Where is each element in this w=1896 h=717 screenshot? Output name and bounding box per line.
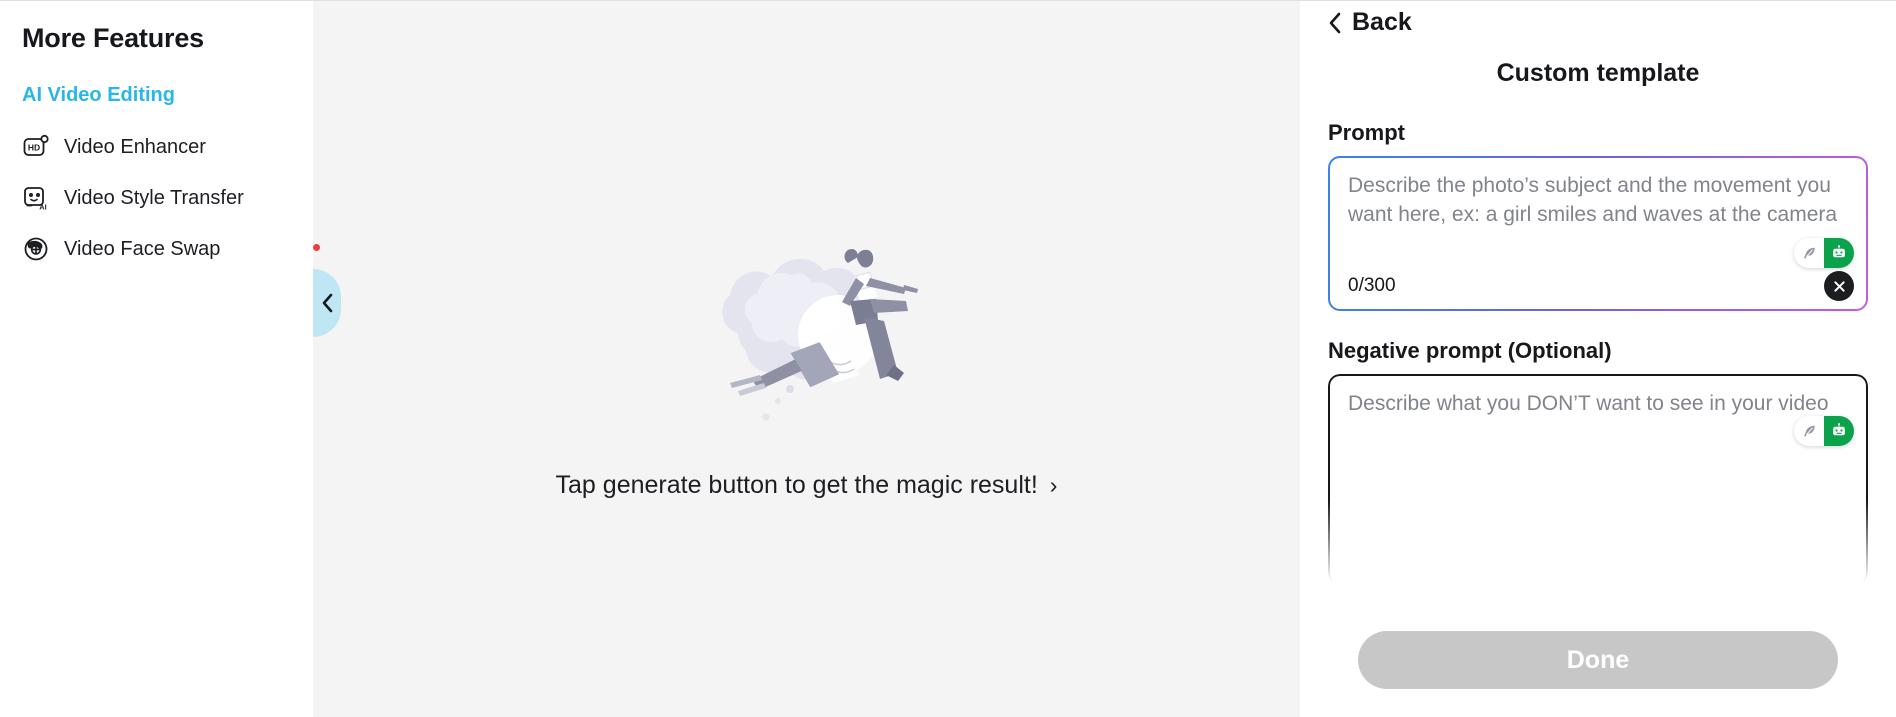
sidebar-item-label: Video Style Transfer — [64, 186, 244, 209]
prompt-label: Prompt — [1328, 120, 1405, 145]
feather-pen-icon[interactable] — [1794, 416, 1824, 446]
hd-badge-icon: HD — [22, 133, 50, 161]
chevron-left-icon — [322, 293, 332, 313]
negative-prompt-placeholder: Describe what you DON’T want to see in y… — [1348, 392, 1829, 415]
feather-pen-icon[interactable] — [1794, 238, 1824, 268]
prompt-placeholder: Describe the photo’s subject and the mov… — [1348, 174, 1838, 226]
face-swap-icon — [22, 235, 50, 263]
custom-template-panel: Back Custom template Prompt Describe the… — [1300, 1, 1896, 717]
prompt-input-inner[interactable]: Describe the photo’s subject and the mov… — [1330, 158, 1866, 309]
clear-prompt-button[interactable] — [1824, 271, 1854, 301]
sidebar-section-ai-video-editing[interactable]: AI Video Editing — [22, 84, 313, 107]
prompt-input-container[interactable]: Describe the photo’s subject and the mov… — [1328, 156, 1868, 311]
page-title: Custom template — [1496, 59, 1700, 87]
ai-face-icon: AI — [22, 184, 50, 212]
sidebar-item-video-face-swap[interactable]: Video Face Swap — [22, 235, 313, 263]
sidebar-item-label: Video Enhancer — [64, 135, 206, 158]
chevron-right-icon: › — [1049, 471, 1058, 498]
sidebar-item-video-style-transfer[interactable]: AI Video Style Transfer — [22, 184, 313, 212]
negative-prompt-ai-assist-toggle[interactable] — [1794, 416, 1854, 446]
chevron-left-icon — [1329, 12, 1341, 33]
robot-icon[interactable] — [1824, 238, 1854, 268]
prompt-character-counter: 0/300 — [1348, 275, 1396, 296]
sidebar-item-label: Video Face Swap — [64, 237, 221, 260]
notification-dot — [313, 244, 320, 251]
app-root: More Features AI Video Editing HD Video … — [0, 0, 1896, 717]
magic-result-hint[interactable]: Tap generate button to get the magic res… — [556, 471, 1058, 500]
sidebar-title: More Features — [22, 23, 204, 53]
back-label: Back — [1352, 8, 1412, 36]
negative-prompt-label: Negative prompt (Optional) — [1328, 338, 1612, 363]
sidebar-item-video-enhancer[interactable]: HD Video Enhancer — [22, 133, 313, 161]
sidebar: More Features AI Video Editing HD Video … — [0, 1, 313, 717]
center-preview-panel: Tap generate button to get the magic res… — [313, 1, 1300, 717]
svg-text:HD: HD — [28, 143, 40, 153]
prompt-ai-assist-toggle[interactable] — [1794, 238, 1854, 268]
negative-prompt-input-container[interactable]: Describe what you DON’T want to see in y… — [1328, 374, 1868, 584]
collapse-panel-button[interactable] — [313, 269, 341, 337]
done-button[interactable]: Done — [1358, 631, 1838, 689]
empty-state-illustration — [642, 183, 972, 443]
svg-text:AI: AI — [39, 203, 47, 212]
close-icon — [1833, 280, 1845, 292]
robot-icon[interactable] — [1824, 416, 1854, 446]
magic-result-text: Tap generate button to get the magic res… — [555, 470, 1038, 499]
back-button[interactable]: Back — [1328, 1, 1412, 37]
